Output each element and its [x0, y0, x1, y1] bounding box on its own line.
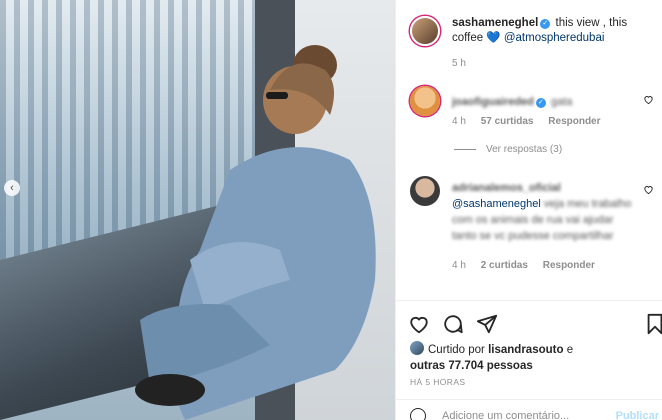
publish-button[interactable]: Publicar — [616, 410, 659, 420]
liked-by-others[interactable]: outras 77.704 pessoas — [410, 360, 533, 372]
comment-likes[interactable]: 57 curtidas — [481, 116, 534, 127]
comment-username[interactable]: joaofiguaireded — [452, 96, 534, 108]
comment-body: gata — [550, 96, 573, 108]
reply-button[interactable]: Responder — [548, 116, 600, 127]
comment-text: adrianalemos_oficial @sashameneghel veja… — [452, 180, 637, 244]
liked-by-user[interactable]: lisandrasouto — [488, 344, 563, 356]
comment-username[interactable]: adrianalemos_oficial — [452, 182, 561, 194]
post-photo[interactable]: ‹ — [0, 0, 395, 420]
heart-icon[interactable] — [643, 94, 654, 105]
emoji-icon[interactable] — [410, 408, 426, 420]
liked-by-conj: e — [566, 344, 574, 356]
comment-text: joaofiguaireded ✓ gata — [452, 94, 637, 110]
heart-icon[interactable] — [408, 313, 430, 335]
reply-button[interactable]: Responder — [543, 260, 595, 271]
add-comment-bar: Adicione um comentário... Publicar — [396, 399, 662, 420]
avatar[interactable] — [410, 341, 424, 355]
liked-by-prefix: Curtido por — [428, 344, 485, 356]
avatar[interactable] — [410, 86, 440, 116]
post-username[interactable]: sashameneghel — [452, 17, 538, 29]
comment-time[interactable]: 4 h — [452, 260, 466, 271]
comment-likes[interactable]: 2 curtidas — [481, 260, 528, 271]
comment-icon[interactable] — [442, 313, 464, 335]
chevron-left-icon[interactable]: ‹ — [4, 180, 20, 196]
comment-meta: 4 h 2 curtidas Responder — [452, 260, 607, 271]
avatar[interactable] — [410, 16, 440, 46]
divider — [454, 149, 476, 150]
post-side-panel: sashameneghel ✓ this view , this coffee 💙… — [395, 0, 662, 420]
comment-input[interactable]: Adicione um comentário... — [442, 410, 569, 420]
heart-icon[interactable] — [643, 184, 654, 195]
comment-meta: 4 h 57 curtidas Responder — [452, 116, 613, 127]
post-time[interactable]: 5 h — [452, 58, 466, 69]
liked-by: Curtido por lisandrasouto e outras 77.70… — [410, 341, 573, 374]
comment-mention[interactable]: @sashameneghel — [452, 198, 541, 210]
person-figure — [135, 45, 376, 420]
post-caption: sashameneghel ✓ this view , this coffee 💙… — [452, 16, 657, 46]
caption-mention[interactable]: @atmospheredubai — [504, 32, 605, 44]
verified-icon: ✓ — [540, 19, 551, 29]
post-actions: Curtido por lisandrasouto e outras 77.70… — [396, 300, 662, 420]
comment-time[interactable]: 4 h — [452, 116, 466, 127]
verified-icon: ✓ — [535, 98, 546, 108]
view-replies-label[interactable]: Ver respostas (3) — [486, 144, 562, 155]
view-replies[interactable]: Ver respostas (3) — [454, 144, 562, 155]
avatar[interactable] — [410, 176, 440, 206]
share-icon[interactable] — [476, 313, 498, 335]
posted-ago[interactable]: HÁ 5 HORAS — [410, 377, 466, 387]
bookmark-icon[interactable] — [644, 313, 662, 335]
blue-heart-emoji: 💙 — [486, 32, 501, 44]
